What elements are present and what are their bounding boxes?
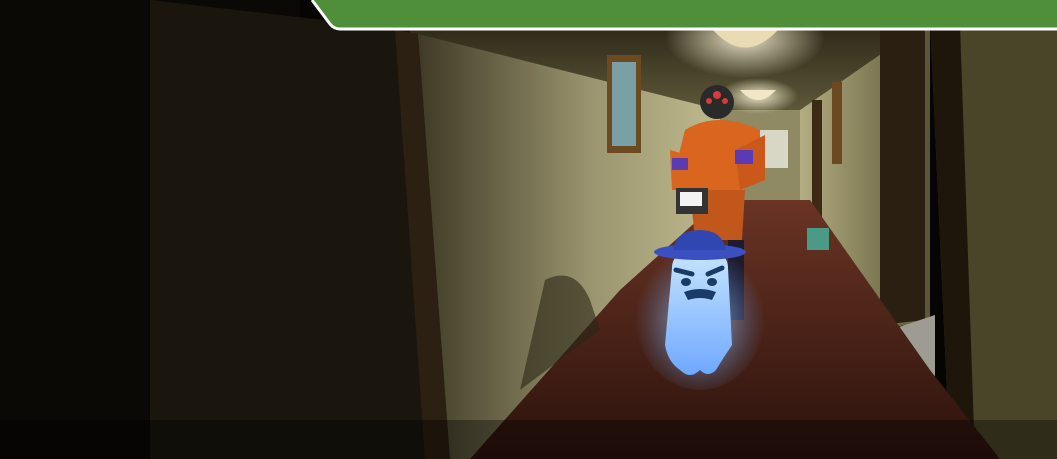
vignette-bottom: [0, 420, 1057, 459]
left-near-wall: [150, 0, 440, 459]
trash-bin: [807, 228, 829, 250]
right-door: [880, 22, 925, 325]
wall-painting-canvas: [612, 62, 636, 146]
hallway-scene: [0, 0, 1057, 459]
game-viewport[interactable]: [0, 0, 1057, 459]
right-far-door: [812, 100, 822, 220]
wall-painting-right: [832, 82, 842, 164]
